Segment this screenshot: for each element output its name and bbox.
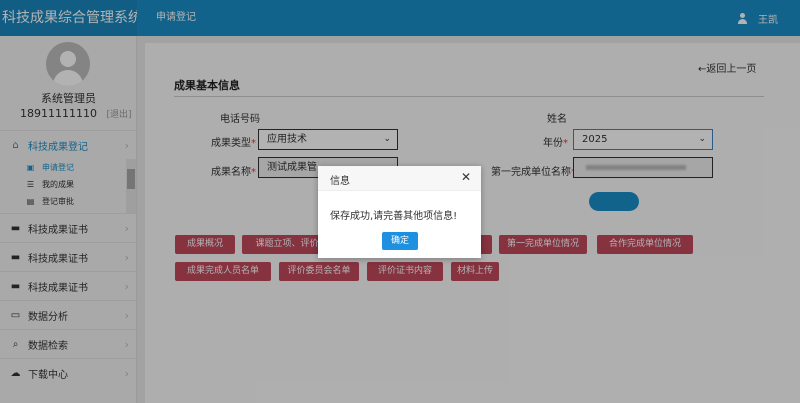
dialog-message: 保存成功,请完善其他项信息! [330,211,458,222]
close-icon[interactable]: ✕ [461,170,471,184]
confirm-button[interactable]: 确定 [382,232,418,250]
dialog-title: 信息 [330,176,350,187]
dialog-header: 信息 ✕ [318,166,481,191]
info-dialog: 信息 ✕ 保存成功,请完善其他项信息! 确定 [318,166,481,258]
